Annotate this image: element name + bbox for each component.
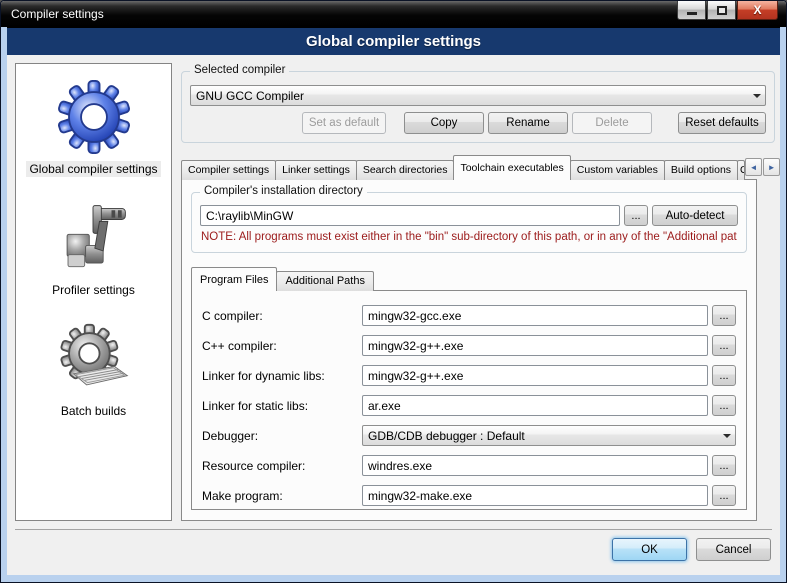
- cpp-compiler-label: C++ compiler:: [202, 339, 362, 353]
- compiler-action-buttons: Set as default Copy Rename Delete Reset …: [190, 112, 766, 134]
- resource-compiler-input[interactable]: [362, 455, 708, 476]
- close-icon: X: [753, 3, 761, 17]
- close-button[interactable]: X: [737, 1, 778, 20]
- tab-scroll-left-icon[interactable]: ◄: [745, 158, 762, 176]
- field-row-c-compiler: C compiler: ...: [202, 305, 736, 326]
- minimize-button[interactable]: [677, 1, 706, 20]
- window-frame: Global compiler settings: [1, 27, 786, 582]
- reset-defaults-button[interactable]: Reset defaults: [678, 112, 766, 134]
- minimize-icon: [687, 12, 697, 15]
- field-row-resource-compiler: Resource compiler: ...: [202, 455, 736, 476]
- chevron-down-icon: [749, 86, 765, 105]
- static-linker-label: Linker for static libs:: [202, 399, 362, 413]
- maximize-button[interactable]: [707, 1, 736, 20]
- auto-detect-button[interactable]: Auto-detect: [652, 205, 738, 226]
- cpp-compiler-browse-button[interactable]: ...: [712, 335, 736, 356]
- tab-scroll-buttons: ◄ ►: [744, 158, 780, 176]
- selected-compiler-value: GNU GCC Compiler: [196, 89, 304, 103]
- cancel-button[interactable]: Cancel: [696, 538, 771, 561]
- sidebar-item-profiler-settings[interactable]: Profiler settings: [49, 201, 138, 298]
- field-row-make-program: Make program: ...: [202, 485, 736, 506]
- cpp-compiler-input[interactable]: [362, 335, 708, 356]
- resource-compiler-label: Resource compiler:: [202, 459, 362, 473]
- static-linker-browse-button[interactable]: ...: [712, 395, 736, 416]
- field-row-debugger: Debugger: GDB/CDB debugger : Default: [202, 425, 736, 446]
- content-area: Global compiler settings Profiler settin…: [7, 55, 780, 521]
- page-title: Global compiler settings: [7, 27, 780, 55]
- debugger-combobox[interactable]: GDB/CDB debugger : Default: [362, 425, 736, 446]
- c-compiler-label: C compiler:: [202, 309, 362, 323]
- tab-compiler-settings[interactable]: Compiler settings: [181, 160, 276, 180]
- compiler-settings-dialog: Compiler settings X Global compiler sett…: [0, 0, 787, 583]
- dynamic-linker-browse-button[interactable]: ...: [712, 365, 736, 386]
- copy-button[interactable]: Copy: [404, 112, 484, 134]
- title-bar[interactable]: Compiler settings X: [1, 1, 786, 27]
- dynamic-linker-input[interactable]: [362, 365, 708, 386]
- field-row-dynamic-linker: Linker for dynamic libs: ...: [202, 365, 736, 386]
- selected-compiler-group: Selected compiler GNU GCC Compiler Set a…: [181, 71, 775, 143]
- ok-button[interactable]: OK: [612, 538, 687, 561]
- blue-gear-icon: [57, 80, 131, 154]
- c-compiler-input[interactable]: [362, 305, 708, 326]
- set-as-default-button[interactable]: Set as default: [302, 112, 386, 134]
- static-linker-input[interactable]: [362, 395, 708, 416]
- rename-button[interactable]: Rename: [488, 112, 568, 134]
- chevron-down-icon: [719, 426, 735, 445]
- sidebar-item-label: Batch builds: [58, 403, 129, 419]
- tab-additional-paths[interactable]: Additional Paths: [276, 271, 374, 291]
- calipers-icon: [56, 201, 130, 275]
- tab-search-directories[interactable]: Search directories: [356, 160, 455, 180]
- debugger-label: Debugger:: [202, 429, 362, 443]
- resource-compiler-browse-button[interactable]: ...: [712, 455, 736, 476]
- field-row-cpp-compiler: C++ compiler: ...: [202, 335, 736, 356]
- sidebar-item-batch-builds[interactable]: Batch builds: [57, 322, 131, 419]
- selected-compiler-combobox[interactable]: GNU GCC Compiler: [190, 85, 766, 106]
- delete-button[interactable]: Delete: [572, 112, 652, 134]
- sidebar-item-label: Profiler settings: [49, 282, 138, 298]
- debugger-value: GDB/CDB debugger : Default: [368, 429, 525, 443]
- make-program-browse-button[interactable]: ...: [712, 485, 736, 506]
- program-files-tab-strip: Program Files Additional Paths: [191, 267, 747, 291]
- main-panel: Selected compiler GNU GCC Compiler Set a…: [181, 63, 775, 521]
- installation-directory-input[interactable]: [200, 205, 620, 226]
- installation-directory-group-label: Compiler's installation directory: [200, 185, 367, 197]
- dialog-footer: OK Cancel: [15, 529, 772, 575]
- program-files-page: C compiler: ... C++ compiler: ... Linker…: [191, 290, 747, 510]
- maximize-icon: [717, 6, 727, 15]
- settings-category-list: Global compiler settings Profiler settin…: [15, 63, 172, 521]
- settings-tab-strip: Compiler settings Linker settings Search…: [181, 155, 757, 180]
- tab-build-options[interactable]: Build options: [664, 160, 738, 180]
- dynamic-linker-label: Linker for dynamic libs:: [202, 369, 362, 383]
- gray-gear-stack-icon: [57, 322, 131, 396]
- tab-program-files[interactable]: Program Files: [191, 267, 277, 291]
- tab-scroll-right-icon[interactable]: ►: [763, 158, 780, 176]
- window-controls: X: [676, 1, 778, 20]
- make-program-input[interactable]: [362, 485, 708, 506]
- field-row-static-linker: Linker for static libs: ...: [202, 395, 736, 416]
- bin-subdirectory-note: NOTE: All programs must exist either in …: [201, 231, 737, 243]
- sidebar-item-global-compiler-settings[interactable]: Global compiler settings: [26, 80, 160, 177]
- tab-custom-variables[interactable]: Custom variables: [570, 160, 665, 180]
- make-program-label: Make program:: [202, 489, 362, 503]
- tab-linker-settings[interactable]: Linker settings: [275, 160, 357, 180]
- c-compiler-browse-button[interactable]: ...: [712, 305, 736, 326]
- sidebar-item-label: Global compiler settings: [26, 161, 160, 177]
- tab-toolchain-executables[interactable]: Toolchain executables: [453, 155, 570, 180]
- toolchain-executables-page: Compiler's installation directory ... Au…: [181, 179, 757, 521]
- installation-directory-browse-button[interactable]: ...: [624, 205, 648, 226]
- window-title: Compiler settings: [11, 7, 104, 21]
- installation-directory-group: Compiler's installation directory ... Au…: [191, 192, 747, 253]
- selected-compiler-group-label: Selected compiler: [190, 64, 289, 76]
